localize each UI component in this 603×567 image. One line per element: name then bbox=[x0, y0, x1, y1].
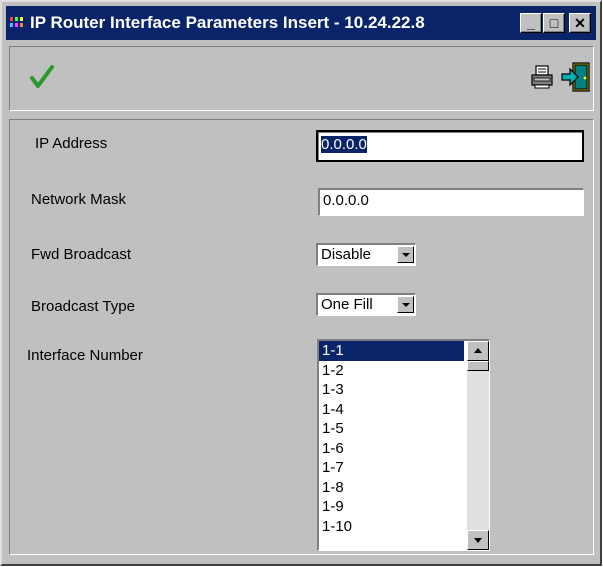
list-item[interactable]: 1-6 bbox=[319, 439, 464, 459]
list-item[interactable]: 1-3 bbox=[319, 380, 464, 400]
network-mask-value: 0.0.0.0 bbox=[323, 192, 369, 209]
listbox-scrollbar[interactable] bbox=[467, 341, 489, 550]
arrow-down-icon bbox=[474, 538, 482, 543]
form-panel: IP Address 0.0.0.0 Network Mask 0.0.0.0 … bbox=[9, 119, 594, 555]
interface-number-label: Interface Number bbox=[27, 347, 143, 364]
broadcast-type-dropdown-button[interactable] bbox=[397, 296, 414, 313]
arrow-up-icon bbox=[474, 348, 482, 353]
broadcast-type-label: Broadcast Type bbox=[31, 298, 135, 315]
toolbar bbox=[9, 46, 594, 111]
title-bar[interactable]: IP Router Interface Parameters Insert - … bbox=[6, 6, 596, 40]
window-title: IP Router Interface Parameters Insert - … bbox=[30, 13, 425, 32]
minimize-icon: _ bbox=[527, 14, 535, 31]
network-mask-label: Network Mask bbox=[31, 191, 127, 208]
list-item[interactable]: 1-2 bbox=[319, 361, 464, 381]
printer-icon[interactable] bbox=[530, 64, 554, 90]
list-item[interactable]: 1-5 bbox=[319, 419, 464, 439]
app-icon bbox=[10, 17, 24, 28]
list-item[interactable]: 1-7 bbox=[319, 458, 464, 478]
broadcast-type-select[interactable]: One Fill bbox=[316, 293, 416, 316]
list-item[interactable]: 1-9 bbox=[319, 497, 464, 517]
chevron-down-icon bbox=[402, 303, 410, 307]
scroll-up-button[interactable] bbox=[467, 341, 489, 361]
dialog-window: IP Router Interface Parameters Insert - … bbox=[0, 0, 602, 566]
checkmark-icon[interactable] bbox=[28, 63, 56, 91]
scroll-thumb[interactable] bbox=[467, 361, 489, 371]
list-item[interactable]: 1-1 bbox=[319, 341, 464, 361]
network-mask-input[interactable]: 0.0.0.0 bbox=[318, 188, 584, 216]
close-button[interactable]: ✕ bbox=[569, 13, 591, 33]
exit-door-icon[interactable] bbox=[561, 61, 591, 93]
fwd-broadcast-value: Disable bbox=[321, 246, 372, 263]
maximize-icon: □ bbox=[549, 14, 559, 31]
fwd-broadcast-label: Fwd Broadcast bbox=[31, 246, 132, 263]
broadcast-type-value: One Fill bbox=[321, 296, 373, 313]
interface-number-items: 1-1 1-2 1-3 1-4 1-5 1-6 1-7 1-8 1-9 1-10 bbox=[319, 341, 464, 536]
fwd-broadcast-select[interactable]: Disable bbox=[316, 243, 416, 266]
chevron-down-icon bbox=[402, 253, 410, 257]
minimize-button[interactable]: _ bbox=[520, 13, 542, 33]
maximize-button[interactable]: □ bbox=[543, 13, 565, 33]
interface-number-listbox[interactable]: 1-1 1-2 1-3 1-4 1-5 1-6 1-7 1-8 1-9 1-10 bbox=[317, 339, 490, 551]
list-item[interactable]: 1-4 bbox=[319, 400, 464, 420]
ip-address-label: IP Address bbox=[35, 135, 108, 152]
ip-address-value: 0.0.0.0 bbox=[321, 136, 367, 153]
ip-address-input[interactable]: 0.0.0.0 bbox=[316, 130, 584, 162]
list-item[interactable]: 1-10 bbox=[319, 517, 464, 537]
list-item[interactable]: 1-8 bbox=[319, 478, 464, 498]
fwd-broadcast-dropdown-button[interactable] bbox=[397, 246, 414, 263]
close-icon: ✕ bbox=[574, 14, 586, 31]
scroll-down-button[interactable] bbox=[467, 530, 489, 550]
